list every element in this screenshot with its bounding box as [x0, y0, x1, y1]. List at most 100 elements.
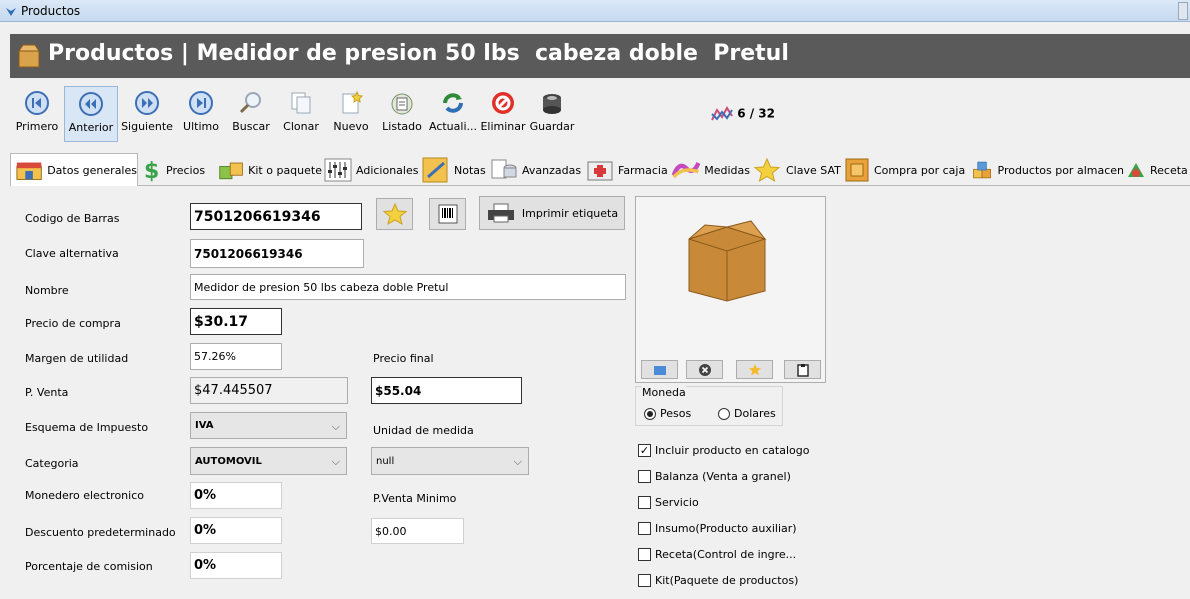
- moneda-group: Moneda Pesos Dolares: [635, 386, 783, 426]
- package-icon: [219, 162, 243, 180]
- save-button[interactable]: Guardar: [528, 86, 576, 142]
- list-icon: [391, 93, 413, 115]
- checkbox-receta[interactable]: Receta(Control de ingre...: [638, 548, 796, 561]
- chart-icon: [711, 106, 733, 121]
- window-title: Productos: [21, 4, 81, 18]
- printer-icon: [487, 203, 514, 223]
- page-header: Productos | Medidor de presion 50 lbs ca…: [10, 34, 1190, 78]
- star-icon: [382, 203, 407, 225]
- dollar-icon: $: [144, 159, 159, 182]
- first-button[interactable]: Primero: [10, 86, 64, 142]
- pventa-input[interactable]: $47.445507: [190, 377, 348, 404]
- barcode-icon: [438, 204, 457, 224]
- database-icon: [491, 159, 517, 179]
- svg-text:$: $: [144, 159, 159, 182]
- tab-content-datos-generales: Codigo de Barras 7501206619346 Imprimir …: [10, 186, 1190, 599]
- comision-label: Porcentaje de comision: [25, 560, 153, 573]
- tab-compra-por-caja[interactable]: Compra por caja: [844, 154, 970, 186]
- pventa-min-label: P.Venta Minimo: [373, 492, 457, 505]
- favorite-image-button[interactable]: [736, 360, 773, 379]
- tab-productos-por-almacen[interactable]: Productos por almacen: [972, 154, 1124, 186]
- tab-farmacia[interactable]: Farmacia: [586, 154, 670, 186]
- app-icon: [6, 8, 16, 16]
- folder-icon: [653, 365, 666, 375]
- checkbox-balanza[interactable]: Balanza (Venta a granel): [638, 470, 791, 483]
- monedero-input[interactable]: 0%: [190, 482, 282, 509]
- chevron-down-icon: ⌵: [513, 455, 522, 468]
- boxes-icon: [973, 161, 991, 179]
- clone-icon: [291, 92, 311, 114]
- clave-alternativa-input[interactable]: 7501206619346: [190, 239, 364, 268]
- checkbox-insumo[interactable]: Insumo(Producto auxiliar): [638, 522, 797, 535]
- chevron-down-icon: ⌵: [331, 455, 340, 468]
- checkbox-incluir-catalogo[interactable]: ✓ Incluir producto en catalogo: [638, 444, 809, 457]
- recipe-icon: [1128, 163, 1144, 177]
- last-icon: [189, 91, 213, 115]
- tab-adicionales[interactable]: Adicionales: [324, 154, 420, 186]
- moneda-label: Moneda: [642, 386, 686, 399]
- delete-icon: [492, 92, 514, 114]
- box-icon: [18, 44, 40, 68]
- codigo-barras-input[interactable]: 7501206619346: [190, 203, 362, 230]
- tab-datos-generales[interactable]: Datos generales: [10, 153, 138, 187]
- descuento-label: Descuento predeterminado: [25, 526, 176, 539]
- save-icon: [543, 94, 561, 114]
- descuento-input[interactable]: 0%: [190, 517, 282, 544]
- refresh-button[interactable]: Actuali...: [428, 86, 478, 142]
- barcode-button[interactable]: [429, 198, 466, 230]
- codigo-label: Codigo de Barras: [25, 212, 120, 225]
- margen-label: Margen de utilidad: [25, 352, 129, 365]
- esquema-label: Esquema de Impuesto: [25, 421, 149, 434]
- tab-medidas[interactable]: Medidas: [672, 154, 750, 186]
- imprimir-etiqueta-button[interactable]: Imprimir etiqueta: [479, 196, 625, 230]
- radio-pesos-dot: [644, 407, 656, 420]
- radio-pesos[interactable]: Pesos: [644, 407, 691, 420]
- new-button[interactable]: Nuevo: [326, 86, 376, 142]
- precio-final-input[interactable]: $55.04: [371, 377, 522, 404]
- delete-button[interactable]: Eliminar: [478, 86, 528, 142]
- window-scrollbar[interactable]: [1178, 2, 1188, 20]
- tab-notas[interactable]: Notas: [422, 154, 488, 186]
- precio-compra-input[interactable]: $30.17: [190, 308, 282, 335]
- store-icon: [16, 162, 42, 180]
- next-icon: [135, 91, 159, 115]
- categoria-select[interactable]: AUTOMOVIL ⌵: [190, 447, 347, 475]
- list-button[interactable]: Listado: [376, 86, 428, 142]
- unidad-medida-select[interactable]: null ⌵: [371, 447, 529, 475]
- remove-image-button[interactable]: [686, 360, 723, 379]
- open-image-button[interactable]: [641, 360, 678, 379]
- previous-button[interactable]: Anterior: [64, 86, 118, 142]
- chevron-down-icon: ⌵: [331, 420, 340, 433]
- nombre-input[interactable]: Medidor de presion 50 lbs cabeza doble P…: [190, 274, 626, 300]
- unidad-label: Unidad de medida: [373, 424, 474, 437]
- checkbox-servicio[interactable]: Servicio: [638, 496, 699, 509]
- search-icon: [239, 92, 261, 114]
- search-button[interactable]: Buscar: [226, 86, 276, 142]
- tab-receta[interactable]: Receta: [1126, 154, 1190, 186]
- checkbox-kit[interactable]: Kit(Paquete de productos): [638, 574, 798, 587]
- radio-dolares[interactable]: Dolares: [718, 407, 776, 420]
- tab-precios[interactable]: $ Precios: [142, 154, 214, 186]
- esquema-impuesto-select[interactable]: IVA ⌵: [190, 412, 347, 439]
- star-icon: [748, 363, 761, 375]
- measure-icon: [672, 162, 701, 179]
- radio-dolares-dot: [718, 407, 730, 420]
- monedero-label: Monedero electronico: [25, 489, 144, 502]
- comision-input[interactable]: 0%: [190, 552, 282, 579]
- page-title: Productos | Medidor de presion 50 lbs ca…: [48, 41, 789, 66]
- clave-label: Clave alternativa: [25, 247, 119, 260]
- tab-avanzadas[interactable]: Avanzadas: [490, 154, 586, 186]
- favorite-button[interactable]: [376, 198, 413, 230]
- paste-image-button[interactable]: [784, 360, 821, 379]
- tab-clave-sat[interactable]: Clave SAT: [752, 154, 842, 186]
- check-icon: ✓: [638, 444, 651, 457]
- pventa-label: P. Venta: [25, 386, 69, 399]
- last-button[interactable]: Ultimo: [176, 86, 226, 142]
- star-icon: [753, 157, 781, 183]
- tab-kit-o-paquete[interactable]: Kit o paquete: [218, 154, 322, 186]
- notes-icon: [422, 157, 448, 183]
- pventa-minimo-input[interactable]: $0.00: [371, 518, 464, 544]
- clone-button[interactable]: Clonar: [276, 86, 326, 142]
- next-button[interactable]: Siguiente: [118, 86, 176, 142]
- margen-utilidad-input[interactable]: 57.26%: [190, 343, 282, 370]
